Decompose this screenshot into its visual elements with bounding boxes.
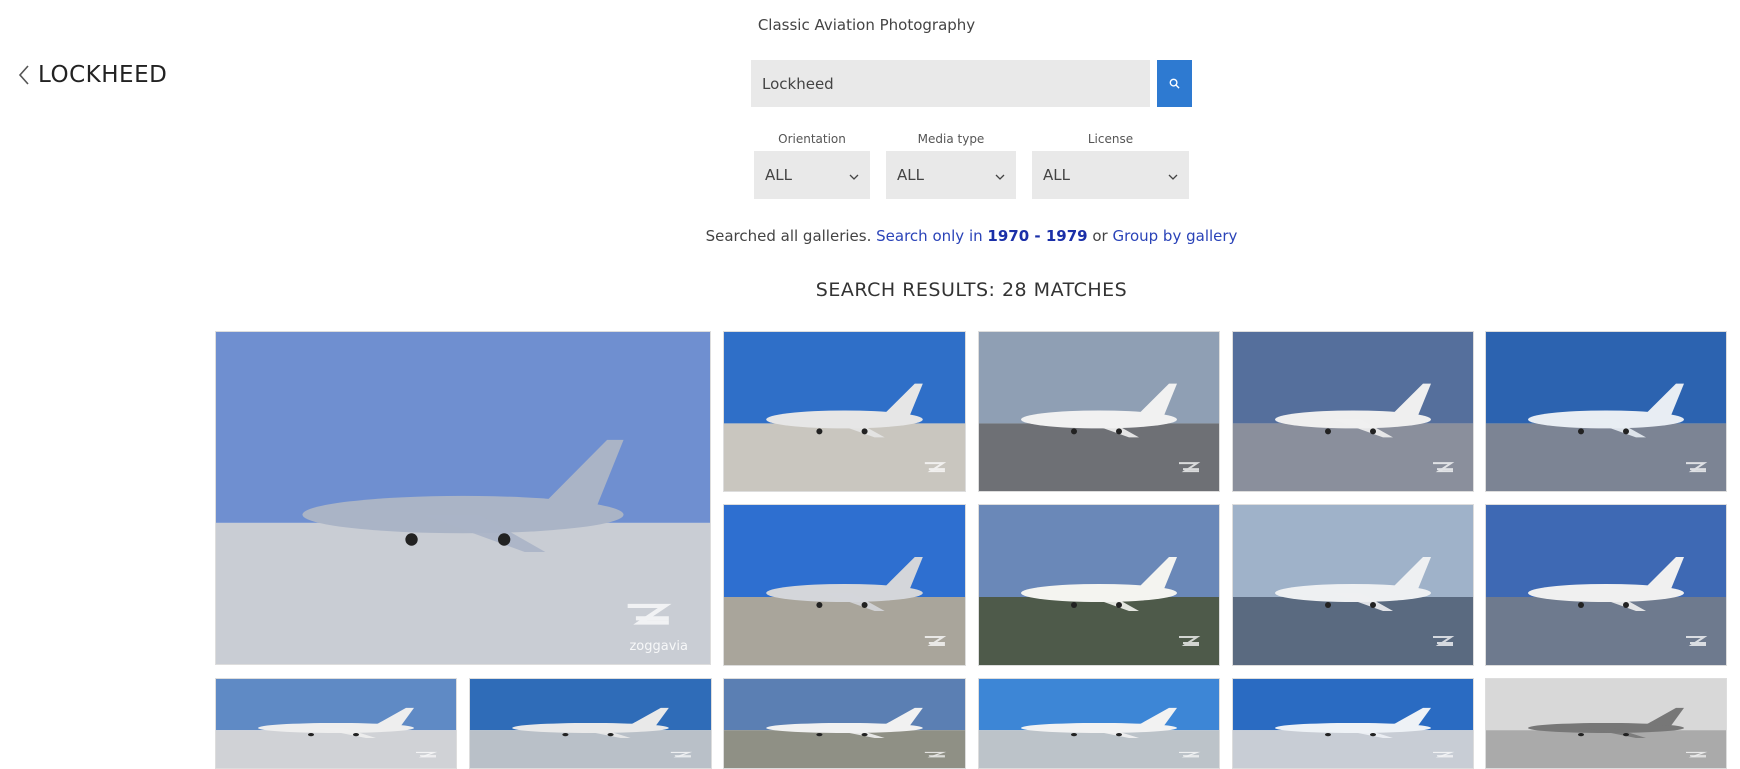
result-thumbnail[interactable]: zoggavia <box>215 331 711 665</box>
aircraft-photo <box>1486 679 1726 768</box>
result-thumbnail[interactable] <box>1485 678 1727 769</box>
back-to-gallery-link[interactable]: LOCKHEED <box>18 62 167 88</box>
aircraft-photo <box>216 332 710 664</box>
result-thumbnail[interactable] <box>978 678 1220 769</box>
search-only-in-link[interactable]: Search only in 1970 - 1979 <box>876 227 1087 245</box>
aircraft-photo <box>1233 505 1473 665</box>
media-type-select[interactable]: ALL <box>886 151 1016 199</box>
chevron-down-icon <box>995 166 1005 184</box>
gallery-title: LOCKHEED <box>38 62 168 88</box>
aircraft-photo <box>1486 505 1726 665</box>
watermark-brand: zoggavia <box>629 639 688 654</box>
site-title[interactable]: Classic Aviation Photography <box>0 16 1733 34</box>
chevron-down-icon <box>849 166 859 184</box>
aircraft-photo <box>979 332 1219 491</box>
license-value: ALL <box>1043 166 1070 184</box>
result-thumbnail[interactable] <box>723 331 966 492</box>
result-thumbnail[interactable] <box>723 678 966 769</box>
license-filter: License ALL <box>1032 132 1189 199</box>
result-thumbnail[interactable] <box>469 678 712 769</box>
aircraft-photo <box>1233 332 1473 491</box>
period-text: 1970 - 1979 <box>987 227 1088 245</box>
aircraft-photo <box>724 505 965 665</box>
license-select[interactable]: ALL <box>1032 151 1189 199</box>
result-thumbnail[interactable] <box>1232 331 1474 492</box>
aircraft-photo <box>724 679 965 768</box>
aircraft-photo <box>470 679 711 768</box>
orientation-value: ALL <box>765 166 792 184</box>
orientation-filter: Orientation ALL <box>754 132 870 199</box>
search-scope-prefix: Searched all galleries. <box>705 227 872 245</box>
aircraft-photo <box>216 679 456 768</box>
result-thumbnail[interactable] <box>1232 504 1474 666</box>
search-only-in-text: Search only in <box>876 227 983 245</box>
result-thumbnail[interactable] <box>215 678 457 769</box>
search-icon <box>1169 74 1180 93</box>
chevron-left-icon <box>18 65 30 85</box>
result-thumbnail[interactable] <box>1485 331 1727 492</box>
orientation-select[interactable]: ALL <box>754 151 870 199</box>
result-thumbnail[interactable] <box>1232 678 1474 769</box>
media-type-label: Media type <box>917 132 985 146</box>
media-type-filter: Media type ALL <box>886 132 1016 199</box>
search-scope-line: Searched all galleries. Search only in 1… <box>0 227 1740 245</box>
result-thumbnail[interactable] <box>1485 504 1727 666</box>
orientation-label: Orientation <box>778 132 846 146</box>
media-type-value: ALL <box>897 166 924 184</box>
aircraft-photo <box>1233 679 1473 768</box>
aircraft-photo <box>979 505 1219 665</box>
result-thumbnail[interactable] <box>723 504 966 666</box>
chevron-down-icon <box>1168 166 1178 184</box>
result-thumbnail[interactable] <box>978 504 1220 666</box>
result-thumbnail[interactable] <box>978 331 1220 492</box>
search-button[interactable] <box>1157 60 1192 107</box>
aircraft-photo <box>724 332 965 491</box>
aircraft-photo <box>1486 332 1726 491</box>
search-input[interactable] <box>751 60 1150 107</box>
group-by-gallery-link[interactable]: Group by gallery <box>1113 227 1238 245</box>
results-heading: SEARCH RESULTS: 28 MATCHES <box>815 279 1128 301</box>
search-scope-or: or <box>1092 227 1108 245</box>
license-label: License <box>1087 132 1134 146</box>
aircraft-photo <box>979 679 1219 768</box>
